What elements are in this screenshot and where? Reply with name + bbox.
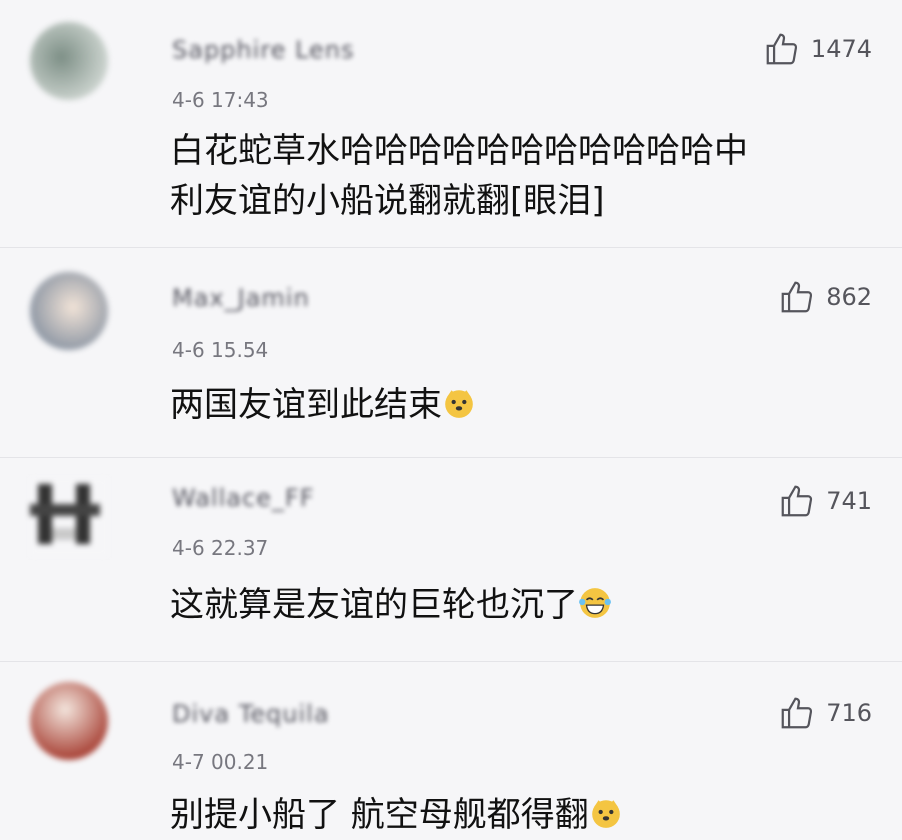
- comment-text-line: 这就算是友谊的巨轮也沉了: [170, 585, 578, 625]
- laugh-cry-icon: [579, 588, 611, 618]
- thumbs-up-icon: [781, 281, 813, 313]
- comment-text: 白花蛇草水哈哈哈哈哈哈哈哈哈哈哈中 利友谊的小船说翻就翻[眼泪]: [170, 126, 748, 226]
- avatar[interactable]: [30, 682, 108, 760]
- like-button[interactable]: 716: [778, 694, 872, 732]
- comment-text-line: 利友谊的小船说翻就翻[眼泪]: [170, 181, 605, 221]
- doge-icon: [445, 390, 473, 418]
- timestamp: 4-6 22.37: [172, 536, 269, 560]
- comment-item: Wallace_FF 741 4-6 22.37 这就算是友谊的巨轮也沉了: [0, 458, 902, 662]
- username[interactable]: Wallace_FF: [172, 484, 315, 512]
- like-count: 741: [826, 487, 872, 515]
- username[interactable]: Max_Jamin: [172, 284, 310, 312]
- comment-text-line: 白花蛇草水哈哈哈哈哈哈哈哈哈哈哈中: [170, 131, 748, 171]
- thumbs-up-icon: [781, 485, 813, 517]
- avatar[interactable]: [30, 478, 108, 556]
- like-count: 716: [826, 699, 872, 727]
- comment-item: Diva Tequila 716 4-7 00.21 别提小船了 航空母舰都得翻: [0, 662, 902, 839]
- username[interactable]: Sapphire Lens: [172, 36, 354, 64]
- comment-text-line: 两国友谊到此结束: [170, 385, 442, 425]
- comment-text: 别提小船了 航空母舰都得翻: [170, 790, 623, 840]
- like-button[interactable]: 1474: [763, 30, 872, 68]
- username[interactable]: Diva Tequila: [172, 700, 330, 728]
- comment-item: Max_Jamin 862 4-6 15.54 两国友谊到此结束: [0, 248, 902, 458]
- avatar[interactable]: [30, 22, 108, 100]
- thumbs-up-icon: [766, 33, 798, 65]
- comment-item: Sapphire Lens 1474 4-6 17:43 白花蛇草水哈哈哈哈哈哈…: [0, 0, 902, 248]
- thumbs-up-icon: [781, 697, 813, 729]
- comment-text: 这就算是友谊的巨轮也沉了: [170, 580, 612, 630]
- timestamp: 4-6 15.54: [172, 338, 269, 362]
- like-count: 862: [826, 283, 872, 311]
- doge-icon: [592, 800, 620, 828]
- timestamp: 4-7 00.21: [172, 750, 269, 774]
- like-count: 1474: [810, 35, 872, 63]
- timestamp: 4-6 17:43: [172, 88, 269, 112]
- avatar[interactable]: [30, 272, 108, 350]
- like-button[interactable]: 741: [778, 482, 872, 520]
- comment-text: 两国友谊到此结束: [170, 380, 476, 430]
- comment-text-line: 别提小船了 航空母舰都得翻: [170, 795, 589, 835]
- like-button[interactable]: 862: [778, 278, 872, 316]
